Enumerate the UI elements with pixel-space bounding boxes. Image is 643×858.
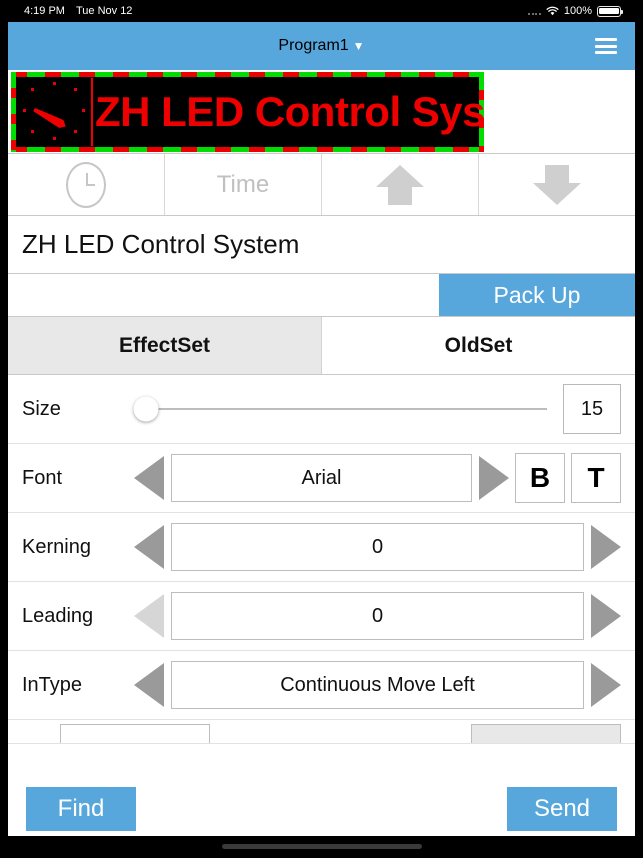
status-bar-left: 4:19 PM Tue Nov 12 [24, 5, 132, 17]
triangle-right-icon[interactable] [591, 663, 621, 707]
signal-dots-icon [528, 7, 541, 15]
status-bar: 4:19 PM Tue Nov 12 100% [0, 0, 643, 22]
kerning-value[interactable]: 0 [171, 523, 584, 571]
next-row-grey-field[interactable] [471, 724, 621, 743]
program-text-field[interactable]: ZH LED Control System [8, 216, 635, 274]
toolbar-clock-button[interactable] [8, 154, 165, 215]
row-size: Size 15 [8, 375, 635, 444]
leading-value[interactable]: 0 [171, 592, 584, 640]
led-preview-text: ZH LED Control System [95, 88, 484, 135]
triangle-right-icon[interactable] [591, 594, 621, 638]
slider-thumb[interactable] [133, 396, 159, 422]
row-next-partial [8, 720, 635, 744]
row-kerning: Kerning 0 [8, 513, 635, 582]
triangle-right-icon[interactable] [479, 456, 509, 500]
settings-tabs: EffectSet OldSet [8, 317, 635, 375]
tab-effectset[interactable]: EffectSet [8, 317, 321, 374]
intype-value[interactable]: Continuous Move Left [171, 661, 584, 709]
app-header: Program1 ▼ [8, 22, 635, 70]
size-value[interactable]: 15 [563, 384, 621, 434]
analog-clock-icon [17, 78, 93, 146]
effect-toolbar: Time [8, 154, 635, 216]
battery-percent: 100% [563, 5, 592, 17]
font-label: Font [22, 466, 63, 489]
kerning-label: Kerning [22, 535, 91, 558]
find-button[interactable]: Find [26, 787, 136, 831]
bottom-action-bar: Find Send [8, 782, 635, 836]
program-title[interactable]: Program1 [278, 37, 348, 55]
clock-icon [66, 161, 106, 208]
status-time: 4:19 PM [24, 5, 65, 17]
font-value[interactable]: Arial [171, 454, 472, 502]
next-row-field[interactable] [60, 724, 210, 743]
wifi-icon [546, 6, 559, 16]
triangle-left-icon[interactable] [134, 456, 164, 500]
toolbar-move-up-button[interactable] [322, 154, 479, 215]
led-preview-area[interactable]: ZH LED Control System [8, 70, 635, 154]
row-intype: InType Continuous Move Left [8, 651, 635, 720]
settings-rows: Size 15 Font Arial B T Kerning 0 Leading… [8, 375, 635, 744]
led-border-left [11, 72, 16, 152]
bold-button[interactable]: B [515, 453, 565, 503]
status-bar-right: 100% [528, 5, 623, 17]
status-date: Tue Nov 12 [75, 5, 133, 17]
triangle-left-icon[interactable] [134, 663, 164, 707]
arrow-up-icon [376, 164, 424, 205]
intype-label: InType [22, 673, 83, 696]
time-label: Time [216, 170, 270, 198]
home-indicator[interactable] [221, 844, 422, 849]
chevron-down-icon[interactable]: ▼ [353, 39, 365, 53]
size-label: Size [22, 397, 61, 420]
device-screen: 4:19 PM Tue Nov 12 100% Program1 ▼ ZH LE… [0, 0, 643, 858]
led-border-bottom [11, 147, 484, 152]
tab-oldset[interactable]: OldSet [321, 317, 635, 374]
send-button[interactable]: Send [507, 787, 617, 831]
size-slider[interactable] [133, 396, 563, 422]
led-panel[interactable]: ZH LED Control System [11, 72, 484, 152]
triangle-right-icon[interactable] [591, 525, 621, 569]
toolbar-move-down-button[interactable] [479, 154, 635, 215]
row-font: Font Arial B T [8, 444, 635, 513]
slider-track[interactable] [133, 396, 547, 422]
triangle-left-icon[interactable] [134, 525, 164, 569]
row-leading: Leading 0 [8, 582, 635, 651]
triangle-left-icon[interactable] [134, 594, 164, 638]
pack-up-button[interactable]: Pack Up [439, 274, 635, 316]
hamburger-menu-icon[interactable] [595, 38, 617, 54]
leading-label: Leading [22, 604, 94, 627]
led-border-top [11, 72, 484, 77]
toolbar-time-button[interactable]: Time [165, 154, 322, 215]
app-window: Program1 ▼ ZH LED Control Sys Time ZH LE… [8, 22, 635, 836]
text-style-button[interactable]: T [571, 453, 621, 503]
arrow-down-icon [533, 164, 581, 205]
battery-icon [597, 5, 623, 17]
packup-row: Pack Up [8, 274, 635, 317]
